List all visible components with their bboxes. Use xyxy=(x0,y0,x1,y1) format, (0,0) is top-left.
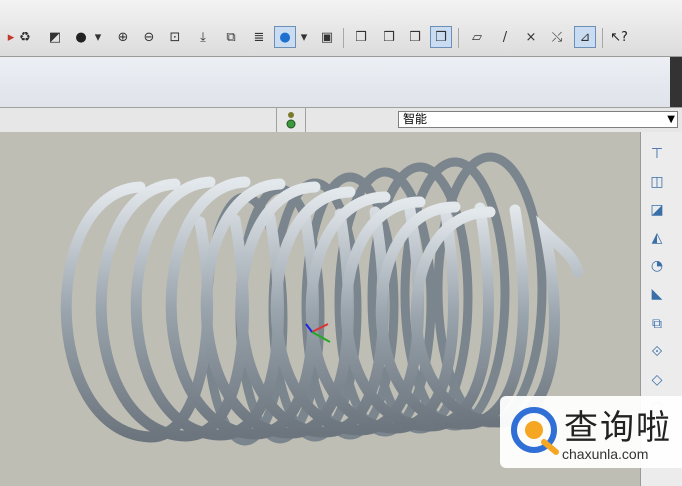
dropdown-icon[interactable]: ▾ xyxy=(298,26,310,48)
message-area xyxy=(0,57,682,107)
watermark-title: 查询啦 xyxy=(564,408,672,448)
selection-filter-select[interactable]: 智能 ▼ xyxy=(398,111,678,128)
zoom-in-icon[interactable]: ⊕ xyxy=(112,26,134,48)
toolbar-separator xyxy=(458,28,459,48)
csys-icon[interactable]: ⤯ xyxy=(546,26,568,48)
zoom-out-icon[interactable]: ⊖ xyxy=(138,26,160,48)
selection-filter-value: 智能 xyxy=(403,112,428,126)
dropdown-icon[interactable]: ▾ xyxy=(92,26,104,48)
no-hidden-icon[interactable]: ❒ xyxy=(404,26,426,48)
chaxunla-logo-icon xyxy=(511,407,559,455)
saved-views-icon[interactable]: ⧉ xyxy=(220,26,242,48)
whats-this-icon[interactable]: ↖? xyxy=(608,26,630,48)
chamfer-icon[interactable]: ◣ xyxy=(645,282,669,306)
datum-axes-icon[interactable]: / xyxy=(494,26,516,48)
toolbar-separator xyxy=(602,28,603,48)
datum-planes-icon[interactable]: ▱ xyxy=(466,26,488,48)
sweep-icon[interactable]: ◪ xyxy=(645,198,669,222)
layers-icon[interactable]: ≣ xyxy=(248,26,270,48)
toolbar-row: ▸ ♻ ◩ ● ▾ ⊕ ⊖ ⊡ ⤓ ⧉ ≣ ● ▾ ▣ ❒ ❒ ❒ ❒ ▱ / … xyxy=(0,26,682,52)
reorient-icon[interactable]: ⤓ xyxy=(192,26,214,48)
shading-icon[interactable]: ● xyxy=(70,26,92,48)
filter-bar: 智能 ▼ xyxy=(0,107,682,133)
watermark-url: chaxunla.com xyxy=(562,446,649,462)
toolbar-separator xyxy=(343,28,344,48)
display-style-icon[interactable]: ● xyxy=(274,26,296,48)
chevron-down-icon: ▼ xyxy=(667,114,675,125)
pattern-icon[interactable]: ⧉ xyxy=(645,312,669,336)
revolve-icon[interactable]: ◫ xyxy=(645,170,669,194)
layer-icon[interactable]: ◩ xyxy=(44,26,66,48)
shaded-icon[interactable]: ❒ xyxy=(430,26,452,48)
spin-center-icon[interactable]: ⊿ xyxy=(574,26,596,48)
refit-icon[interactable]: ⊡ xyxy=(164,26,186,48)
wireframe-icon[interactable]: ❒ xyxy=(350,26,372,48)
scrollbar[interactable] xyxy=(670,57,682,107)
blend-icon[interactable]: ◭ xyxy=(645,226,669,250)
extrude-icon[interactable]: ⊤ xyxy=(645,142,669,166)
mirror-icon[interactable]: ⟐ xyxy=(645,340,669,364)
trim-icon[interactable]: ◇ xyxy=(645,368,669,392)
status-light-icon[interactable] xyxy=(276,108,306,132)
watermark: 查询啦 chaxunla.com xyxy=(500,396,682,468)
snapshot-icon[interactable]: ▣ xyxy=(316,26,338,48)
main-toolbar: ▸ ♻ ◩ ● ▾ ⊕ ⊖ ⊡ ⤓ ⧉ ≣ ● ▾ ▣ ❒ ❒ ❒ ❒ ▱ / … xyxy=(0,0,682,57)
datum-points-icon[interactable]: × xyxy=(520,26,542,48)
hidden-line-icon[interactable]: ❒ xyxy=(378,26,400,48)
traffic-light-icon xyxy=(286,112,296,129)
model-tree-icon[interactable]: ♻ xyxy=(14,26,36,48)
round-icon[interactable]: ◔ xyxy=(645,254,669,278)
